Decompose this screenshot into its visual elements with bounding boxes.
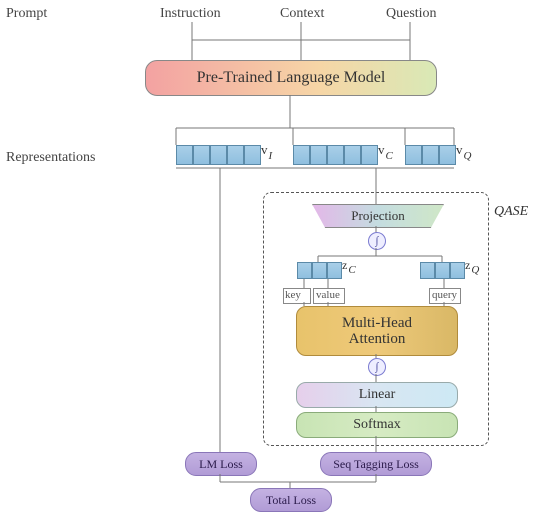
vC-symbol: vC: [378, 142, 392, 158]
linear-block: Linear: [296, 382, 458, 408]
query-label: query: [432, 289, 457, 301]
key-label: key: [285, 289, 301, 301]
projection-block: Projection: [312, 204, 444, 228]
label-question: Question: [386, 6, 437, 22]
activation-icon-2: ∫: [368, 358, 386, 376]
lm-loss: LM Loss: [185, 452, 257, 476]
softmax-block: Softmax: [296, 412, 458, 438]
label-prompt: Prompt: [6, 6, 47, 22]
seq-tagging-loss: Seq Tagging Loss: [320, 452, 432, 476]
activation-icon-1: ∫: [368, 232, 386, 250]
vec-vI: [176, 145, 261, 165]
vec-zQ: [420, 262, 465, 278]
vec-zC: [297, 262, 342, 278]
qase-label: QASE: [494, 204, 528, 220]
pretrained-language-model-block: Pre-Trained Language Model: [145, 60, 437, 96]
multi-head-attention-block: Multi-Head Attention: [296, 306, 458, 356]
value-label: value: [316, 289, 340, 301]
total-loss: Total Loss: [250, 488, 332, 512]
vec-vQ: [405, 145, 456, 165]
label-representations: Representations: [6, 150, 95, 166]
vQ-symbol: vQ: [456, 142, 470, 158]
zC-symbol: zC: [342, 258, 355, 273]
vI-symbol: vI: [261, 142, 271, 158]
zQ-symbol: zQ: [465, 258, 478, 273]
label-context: Context: [280, 6, 324, 22]
vec-vC: [293, 145, 378, 165]
label-instruction: Instruction: [160, 6, 221, 22]
